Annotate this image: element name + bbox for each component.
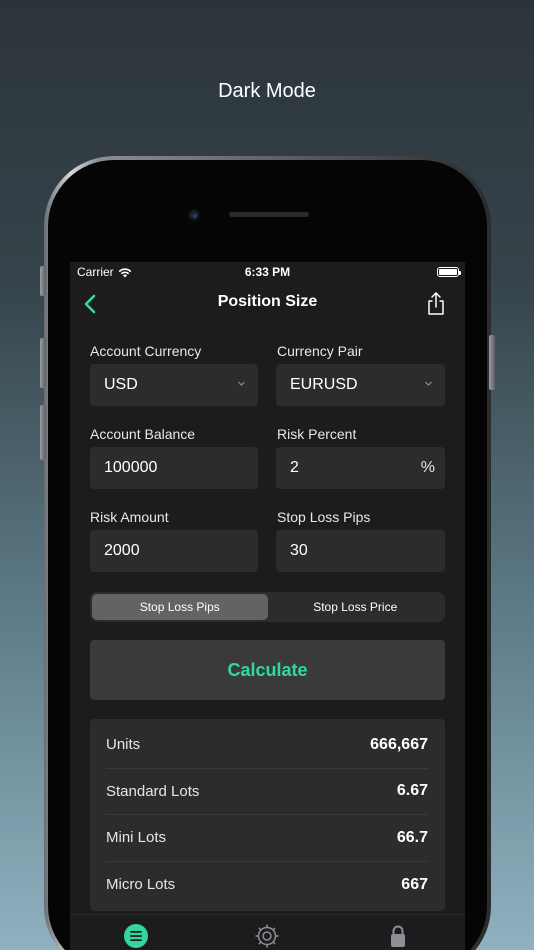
- risk-amount-label: Risk Amount: [90, 509, 169, 525]
- currency-pair-value: EURUSD: [290, 376, 358, 393]
- page-title: Position Size: [217, 293, 318, 310]
- promo-title: Dark Mode: [218, 80, 316, 102]
- result-value: 66.7: [396, 828, 428, 846]
- battery-icon: [437, 267, 461, 277]
- result-row-units: Units 666,667: [106, 722, 428, 769]
- lock-icon[interactable]: [385, 923, 411, 949]
- segment-stop-loss-price[interactable]: Stop Loss Price: [268, 594, 444, 620]
- chevron-down-icon: [425, 381, 432, 386]
- power-button: [489, 335, 495, 390]
- mute-switch: [40, 266, 46, 296]
- account-currency-select[interactable]: USD: [90, 364, 258, 406]
- risk-percent-input[interactable]: 2 %: [276, 447, 445, 489]
- list-icon[interactable]: [123, 923, 149, 949]
- account-currency-label: Account Currency: [90, 343, 202, 359]
- result-label: Standard Lots: [106, 782, 200, 800]
- risk-amount-input[interactable]: 2000: [90, 530, 258, 572]
- result-row-standard-lots: Standard Lots 6.67: [106, 769, 428, 815]
- gear-icon[interactable]: [254, 923, 280, 949]
- stop-loss-pips-label: Stop Loss Pips: [277, 509, 371, 525]
- risk-percent-value: 2: [290, 459, 299, 476]
- stop-loss-pips-value: 30: [290, 542, 308, 559]
- volume-up-button: [40, 338, 46, 388]
- status-time: 6:33 PM: [244, 265, 291, 279]
- result-label: Micro Lots: [106, 876, 176, 894]
- stop-loss-pips-input[interactable]: 30: [276, 530, 445, 572]
- front-camera: [188, 209, 200, 221]
- share-icon[interactable]: [425, 290, 447, 318]
- risk-amount-value: 2000: [104, 542, 140, 559]
- chevron-down-icon: [238, 381, 245, 386]
- risk-percent-label: Risk Percent: [277, 426, 357, 442]
- volume-down-button: [40, 405, 46, 460]
- percent-suffix: %: [420, 459, 435, 476]
- status-bar: Carrier 6:33 PM: [70, 262, 465, 282]
- navigation-bar: Position Size: [70, 282, 465, 326]
- currency-pair-select[interactable]: EURUSD: [276, 364, 445, 406]
- account-balance-input[interactable]: 100000: [90, 447, 258, 489]
- result-row-micro-lots: Micro Lots 667: [106, 862, 428, 909]
- account-currency-value: USD: [104, 376, 138, 393]
- result-label: Mini Lots: [106, 829, 167, 847]
- results-panel: Units 666,667 Standard Lots 6.67 Mini Lo…: [90, 719, 445, 911]
- result-value: 667: [401, 875, 428, 893]
- account-balance-value: 100000: [104, 459, 158, 476]
- result-value: 666,667: [370, 735, 428, 753]
- earpiece-speaker: [229, 212, 309, 217]
- result-row-mini-lots: Mini Lots 66.7: [106, 815, 428, 862]
- result-value: 6.67: [396, 782, 428, 800]
- segment-stop-loss-pips[interactable]: Stop Loss Pips: [92, 594, 268, 620]
- stop-loss-mode-segmented-control: Stop Loss Pips Stop Loss Price: [90, 592, 445, 622]
- calculate-button[interactable]: Calculate: [90, 640, 445, 700]
- app-screen: Carrier 6:33 PM Position Size Account Cu…: [70, 262, 465, 950]
- account-balance-label: Account Balance: [90, 426, 196, 442]
- currency-pair-label: Currency Pair: [277, 343, 363, 359]
- tab-bar: [70, 914, 465, 950]
- result-label: Units: [106, 736, 141, 754]
